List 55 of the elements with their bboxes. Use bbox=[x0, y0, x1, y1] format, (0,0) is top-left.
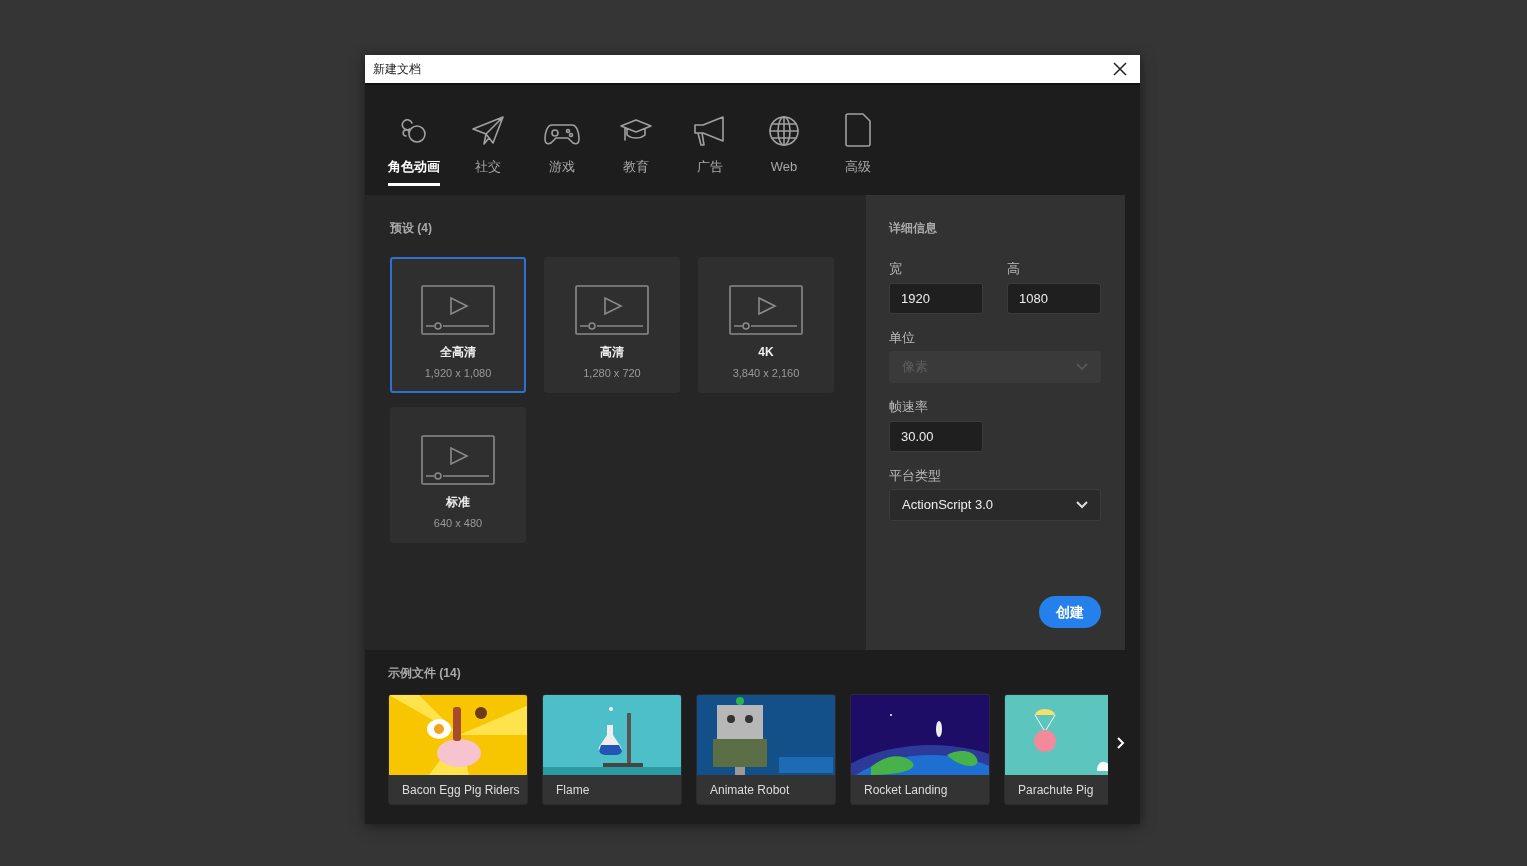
preset-size: 3,840 x 2,160 bbox=[732, 366, 800, 381]
preset-name: 4K bbox=[758, 344, 774, 361]
video-icon bbox=[575, 285, 649, 335]
sample-card[interactable]: Parachute Pig bbox=[1004, 694, 1108, 805]
close-button[interactable] bbox=[1112, 61, 1128, 77]
field-label: 帧速率 bbox=[889, 398, 929, 416]
preset-size: 640 x 480 bbox=[433, 516, 483, 531]
category-tab[interactable]: Web bbox=[747, 111, 821, 195]
preset-name: 高清 bbox=[600, 344, 624, 361]
paper-plane-icon bbox=[471, 115, 505, 147]
chevron-down-icon bbox=[1076, 363, 1088, 371]
preset-size: 1,280 x 720 bbox=[583, 366, 641, 381]
input-field[interactable]: 30.00 bbox=[889, 420, 983, 452]
sample-card[interactable]: Bacon Egg Pig Riders bbox=[388, 694, 528, 805]
preset-name: 全高清 bbox=[440, 344, 476, 361]
category-tab[interactable]: 社交 bbox=[451, 111, 525, 195]
field-label: 平台类型 bbox=[889, 466, 942, 485]
field-label: 宽 bbox=[889, 260, 903, 278]
sample-card[interactable]: Rocket Landing bbox=[850, 694, 990, 805]
preset-card[interactable]: 高清 1,280 x 720 bbox=[544, 257, 680, 393]
section-heading: 预设 (4) bbox=[390, 220, 433, 237]
window-title: 新建文档 bbox=[373, 61, 421, 78]
section-heading: 详细信息 bbox=[889, 220, 938, 237]
input-field[interactable]: 1920 bbox=[889, 282, 983, 314]
create-button[interactable]: 创建 bbox=[1039, 596, 1101, 628]
category-tab[interactable]: 教育 bbox=[599, 111, 673, 195]
sample-card[interactable]: Animate Robot bbox=[696, 694, 836, 805]
field-label: 高 bbox=[1007, 260, 1021, 278]
sample-title: Bacon Egg Pig Riders bbox=[401, 782, 521, 799]
input-field[interactable]: 1080 bbox=[1007, 282, 1101, 314]
preset-card[interactable]: 4K 3,840 x 2,160 bbox=[698, 257, 834, 393]
field-label: 单位 bbox=[889, 328, 916, 347]
document-icon bbox=[844, 113, 872, 147]
video-icon bbox=[729, 285, 803, 335]
chevron-down-icon bbox=[1076, 501, 1088, 509]
preset-card[interactable]: 标准 640 x 480 bbox=[390, 407, 526, 543]
sample-title: Rocket Landing bbox=[863, 782, 949, 799]
dropdown[interactable]: ActionScript 3.0 bbox=[889, 489, 1101, 521]
video-icon bbox=[421, 435, 495, 485]
category-tab[interactable]: 游戏 bbox=[525, 111, 599, 195]
preset-card[interactable]: 全高清 1,920 x 1,080 bbox=[390, 257, 526, 393]
sample-card[interactable]: Flame bbox=[542, 694, 682, 805]
sample-title: Animate Robot bbox=[709, 782, 791, 799]
preset-name: 标准 bbox=[446, 494, 470, 511]
category-tab[interactable]: 高级 bbox=[821, 111, 895, 195]
sample-title: Parachute Pig bbox=[1017, 782, 1095, 799]
preset-size: 1,920 x 1,080 bbox=[424, 366, 492, 381]
category-tab[interactable]: 角色动画 bbox=[377, 111, 451, 195]
globe-icon bbox=[768, 115, 800, 147]
megaphone-icon bbox=[693, 115, 727, 147]
video-icon bbox=[421, 285, 495, 335]
section-heading: 示例文件 (14) bbox=[388, 665, 462, 682]
category-tab[interactable]: 广告 bbox=[673, 111, 747, 195]
sample-title: Flame bbox=[555, 782, 591, 799]
gamepad-icon bbox=[544, 121, 580, 147]
